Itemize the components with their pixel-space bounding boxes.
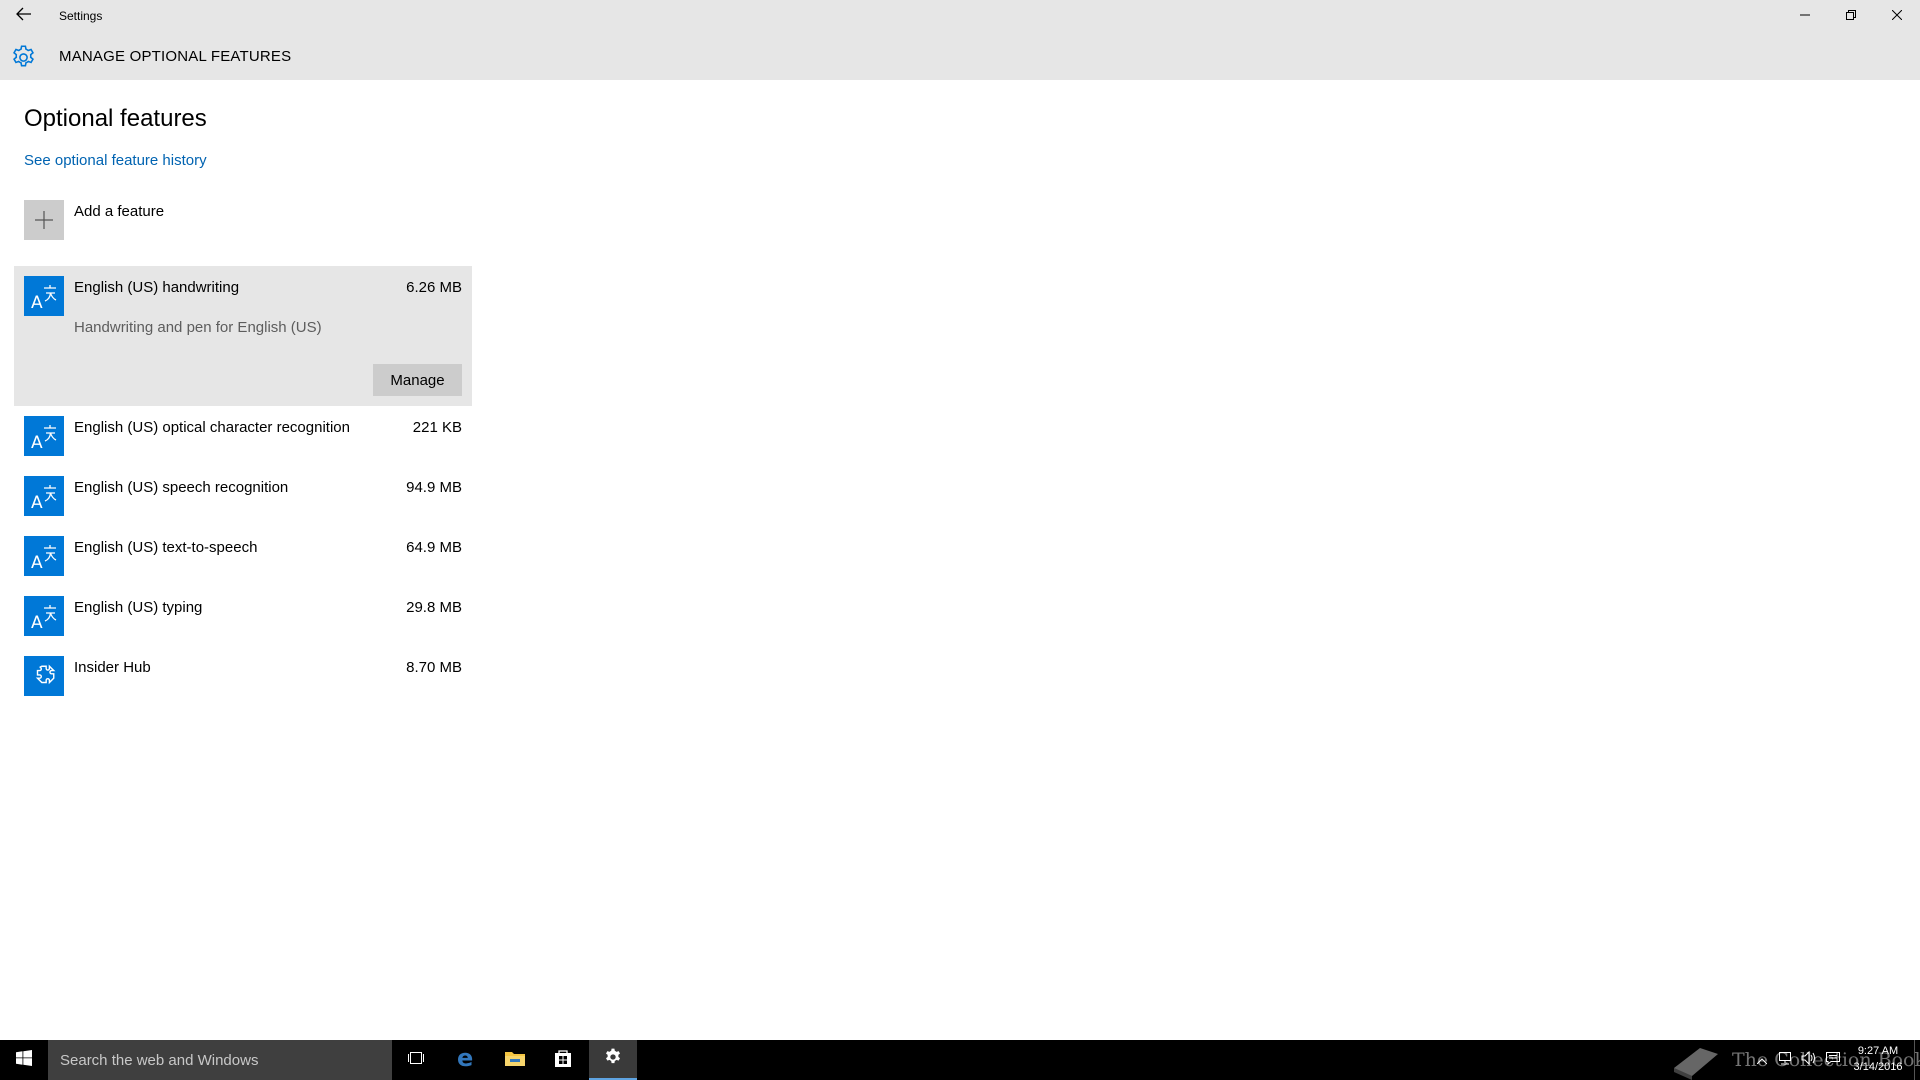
language-icon: A	[24, 276, 64, 316]
main-content: Optional features See optional feature h…	[0, 80, 1920, 1040]
settings-icon	[603, 1047, 623, 1072]
minimize-button[interactable]	[1782, 0, 1828, 31]
network-icon	[1777, 1051, 1793, 1070]
store-button[interactable]	[539, 1040, 587, 1080]
svg-text:e: e	[457, 1047, 473, 1069]
svg-text:A: A	[31, 293, 43, 311]
puzzle-icon	[24, 656, 64, 696]
close-button[interactable]	[1874, 0, 1920, 31]
windows-logo-icon	[16, 1049, 32, 1071]
add-feature-label: Add a feature	[74, 203, 165, 220]
edge-icon: e	[456, 1044, 478, 1074]
feature-name: English (US) typing	[74, 599, 203, 616]
show-desktop-button[interactable]	[1914, 1040, 1920, 1080]
network-button[interactable]	[1774, 1040, 1796, 1080]
chevron-up-icon	[1756, 1051, 1768, 1069]
clock-time: 9:27 AM	[1857, 1045, 1899, 1057]
manage-button[interactable]: Manage	[373, 364, 462, 396]
clock[interactable]: 9:27 AM 3/14/2016	[1848, 1043, 1908, 1075]
feature-name: English (US) handwriting	[74, 279, 240, 296]
feature-size: 6.26 MB	[406, 279, 462, 296]
svg-text:A: A	[31, 553, 43, 571]
language-icon: A	[24, 596, 64, 636]
feature-size: 221 KB	[412, 419, 462, 436]
feature-item-speech[interactable]: A English (US) speech recognition 94.9 M…	[14, 466, 472, 526]
language-icon: A	[24, 476, 64, 516]
feature-size: 94.9 MB	[406, 479, 462, 496]
svg-text:A: A	[31, 613, 43, 631]
clock-date: 3/14/2016	[1853, 1061, 1903, 1073]
back-button[interactable]	[8, 2, 40, 30]
minimize-icon	[1800, 7, 1810, 25]
gear-icon	[10, 44, 37, 71]
feature-item-tts[interactable]: A English (US) text-to-speech 64.9 MB	[14, 526, 472, 586]
plus-icon	[24, 200, 64, 240]
feature-size: 64.9 MB	[406, 539, 462, 556]
restore-icon	[1846, 7, 1856, 25]
store-icon	[553, 1048, 573, 1073]
feature-item-insider-hub[interactable]: Insider Hub 8.70 MB	[14, 646, 472, 706]
settings-header: MANAGE OPTIONAL FEATURES	[0, 31, 1920, 80]
feature-item-handwriting[interactable]: A English (US) handwriting 6.26 MB Handw…	[14, 266, 472, 406]
title-bar: Settings	[0, 0, 1920, 31]
action-center-icon	[1825, 1051, 1841, 1070]
feature-item-typing[interactable]: A English (US) typing 29.8 MB	[14, 586, 472, 646]
book-icon	[1670, 1044, 1722, 1080]
feature-item-ocr[interactable]: A English (US) optical character recogni…	[14, 406, 472, 466]
feature-description: Handwriting and pen for English (US)	[74, 319, 322, 336]
task-view-icon	[406, 1050, 426, 1071]
add-feature-button[interactable]: Add a feature	[24, 200, 474, 240]
show-hidden-icons-button[interactable]	[1752, 1040, 1772, 1080]
feature-size: 29.8 MB	[406, 599, 462, 616]
feature-name: English (US) speech recognition	[74, 479, 289, 496]
start-button[interactable]	[0, 1040, 48, 1080]
restore-button[interactable]	[1828, 0, 1874, 31]
language-icon: A	[24, 536, 64, 576]
feature-size: 8.70 MB	[406, 659, 462, 676]
file-explorer-icon	[504, 1049, 526, 1072]
svg-text:A: A	[31, 433, 43, 451]
volume-icon	[1801, 1050, 1817, 1070]
close-icon	[1891, 7, 1903, 25]
feature-name: Insider Hub	[74, 659, 151, 676]
feature-list: A English (US) handwriting 6.26 MB Handw…	[14, 266, 472, 706]
feature-name: English (US) text-to-speech	[74, 539, 258, 556]
page-title: MANAGE OPTIONAL FEATURES	[59, 48, 292, 65]
feature-history-link[interactable]: See optional feature history	[24, 152, 207, 169]
task-view-button[interactable]	[392, 1040, 440, 1080]
volume-button[interactable]	[1798, 1040, 1820, 1080]
search-placeholder: Search the web and Windows	[60, 1052, 259, 1069]
settings-taskbar-button[interactable]	[589, 1040, 637, 1080]
file-explorer-button[interactable]	[491, 1040, 539, 1080]
svg-text:A: A	[31, 493, 43, 511]
edge-button[interactable]: e	[443, 1040, 491, 1080]
feature-name: English (US) optical character recogniti…	[74, 419, 350, 436]
taskbar-search-box[interactable]: Search the web and Windows	[48, 1040, 392, 1080]
back-arrow-icon	[16, 7, 32, 26]
language-icon: A	[24, 416, 64, 456]
window-title: Settings	[59, 9, 103, 23]
section-title: Optional features	[24, 105, 207, 132]
taskbar: Search the web and Windows e The Collect…	[0, 1040, 1920, 1080]
action-center-button[interactable]	[1822, 1040, 1844, 1080]
